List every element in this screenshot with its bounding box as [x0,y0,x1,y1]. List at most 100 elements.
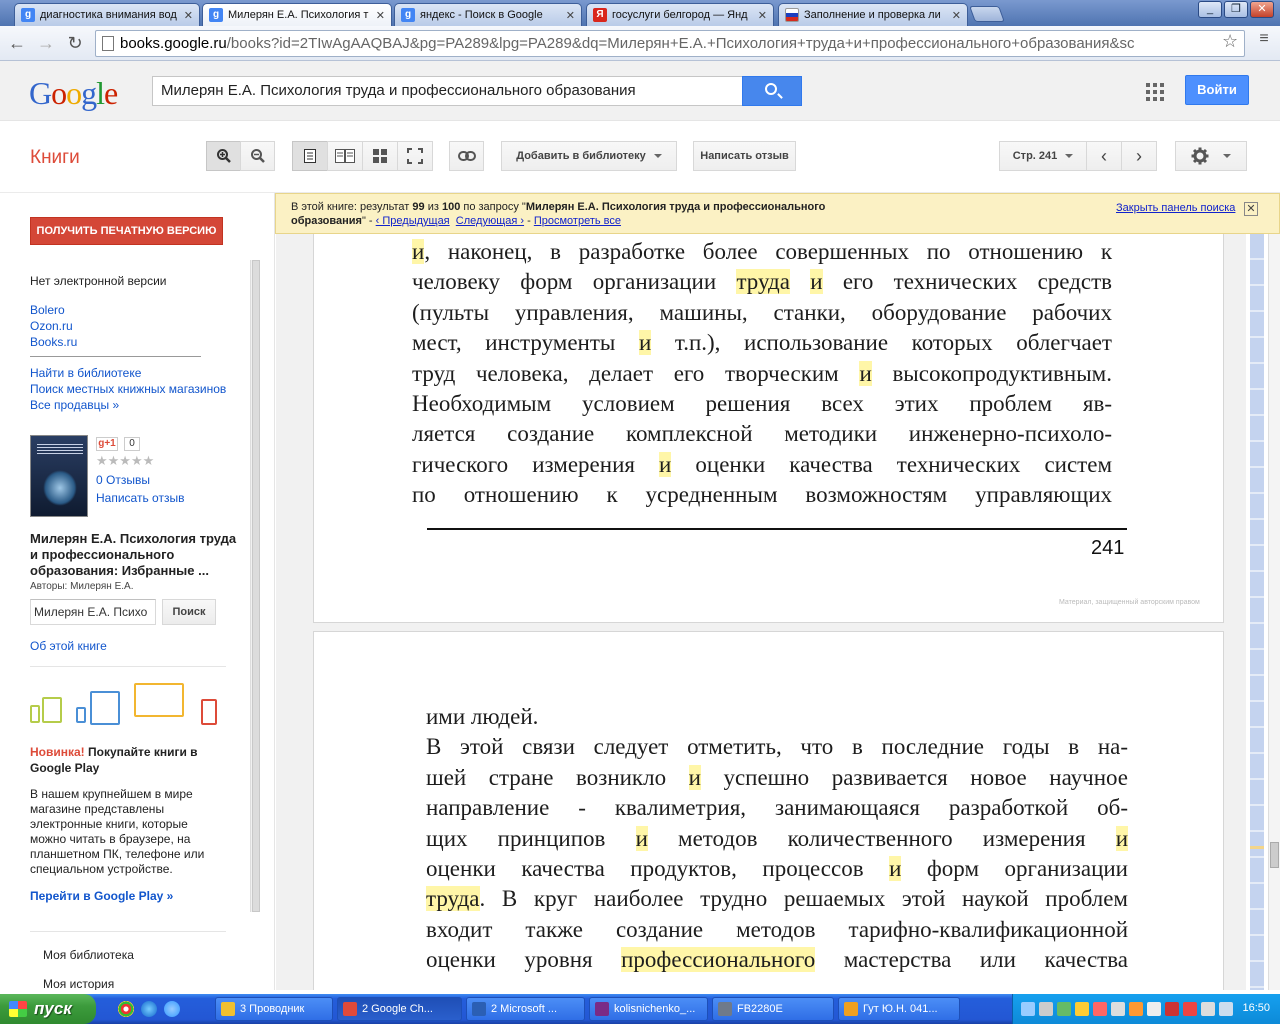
search-button[interactable] [742,76,802,106]
my-history-link[interactable]: Моя история [43,977,114,990]
shop-link-books[interactable]: Books.ru [30,335,77,349]
search-input[interactable]: Милерян Е.А. Психология труда и професси… [152,76,743,106]
taskbar-task[interactable]: FB2280E [712,997,834,1021]
page-position-track[interactable] [1250,234,1264,990]
prev-page-icon[interactable]: ‹ [1086,141,1122,171]
zoom-in-icon[interactable] [206,141,241,171]
shop-link-ozon[interactable]: Ozon.ru [30,319,73,333]
minimize-icon[interactable]: _ [1198,1,1222,18]
tab-2[interactable]: g Милерян Е.А. Психология т ✕ [202,3,392,26]
next-result-link[interactable]: Следующая › [456,215,524,227]
windows-logo-icon [9,1001,27,1017]
tray-icon[interactable] [1057,1002,1071,1016]
close-search-panel-link[interactable]: Закрыть панель поиска [1116,201,1235,215]
text-line: труда. В круг наиболее трудно решаемых э… [426,886,1128,912]
search-in-book-input[interactable]: Милерян Е.А. Психо [30,599,156,625]
forward-arrow-icon[interactable]: → [35,32,57,54]
close-icon[interactable]: ✕ [952,9,961,22]
start-button[interactable]: пуск [0,994,96,1024]
tray-icon[interactable] [1093,1002,1107,1016]
taskbar-task[interactable]: 2 Google Ch... [337,997,462,1021]
all-sellers-link[interactable]: Все продавцы » [30,398,119,412]
tray-icon[interactable] [1039,1002,1053,1016]
books-title[interactable]: Книги [30,147,80,169]
get-print-button[interactable]: ПОЛУЧИТЬ ПЕЧАТНУЮ ВЕРСИЮ [30,217,223,245]
thumbnails-icon[interactable] [362,141,398,171]
about-book-link[interactable]: Об этой книге [30,639,107,653]
tray-icon[interactable] [1183,1002,1197,1016]
sign-in-button[interactable]: Войти [1185,75,1249,105]
shop-link-bolero[interactable]: Bolero [30,303,65,317]
page-select[interactable]: Стр. 241 [999,141,1087,171]
search-in-book-button[interactable]: Поиск [162,599,216,625]
settings-button[interactable] [1175,141,1247,171]
close-window-icon[interactable]: ✕ [1250,1,1274,18]
taskbar-task[interactable]: Гут Ю.Н. 041... [838,997,960,1021]
close-icon[interactable]: ✕ [1244,202,1258,216]
reload-icon[interactable]: ↻ [64,32,86,54]
volume-icon[interactable] [1201,1002,1215,1016]
single-page-icon[interactable] [292,141,328,171]
link-icon[interactable] [449,141,484,171]
book-cover[interactable] [30,435,88,517]
no-ebook-label: Нет электронной версии [30,274,167,288]
google-play-link[interactable]: Перейти в Google Play » [30,889,173,903]
add-to-library-button[interactable]: Добавить в библиотеку [501,141,677,171]
close-icon[interactable]: ✕ [376,9,385,22]
window-controls: _ ❐ ✕ [1198,1,1274,18]
next-page-icon[interactable]: › [1121,141,1157,171]
close-icon[interactable]: ✕ [758,9,767,22]
google-logo[interactable]: Google [29,75,118,112]
tab-3[interactable]: g яндекс - Поиск в Google ✕ [394,3,582,26]
local-stores-link[interactable]: Поиск местных книжных магазинов [30,382,226,396]
bookmark-star-icon[interactable]: ☆ [1222,31,1238,52]
tab-4[interactable]: Я госуслуги белгород — Янд ✕ [586,3,774,26]
taskbar-task[interactable]: 3 Проводник [215,997,333,1021]
devices-illustration [30,683,220,731]
apps-grid-icon[interactable] [1146,83,1164,101]
prev-result-link[interactable]: ‹ Предыдущая [376,215,450,227]
menu-icon[interactable]: ≡ [1254,30,1274,48]
fullscreen-icon[interactable] [397,141,433,171]
back-arrow-icon[interactable]: ← [6,32,28,54]
text-line: входит также создание методов тарифно-кв… [426,916,1128,942]
network-icon[interactable] [1219,1002,1233,1016]
tray-icon[interactable] [1129,1002,1143,1016]
google-favicon-icon: g [401,8,415,22]
tray-icon[interactable] [1075,1002,1089,1016]
write-review-button[interactable]: Написать отзыв [693,141,796,171]
zoom-out-icon[interactable] [240,141,275,171]
taskbar-task[interactable]: 2 Microsoft ... [466,997,585,1021]
link-control [449,141,484,171]
find-library-link[interactable]: Найти в библиотеке [30,366,141,380]
monitor-icon [134,683,184,717]
close-icon[interactable]: ✕ [184,9,193,22]
tray-icon[interactable] [1111,1002,1125,1016]
write-review-link[interactable]: Написать отзыв [96,491,184,505]
new-tab-button[interactable] [969,6,1005,22]
url-domain: books.google.ru [120,35,227,52]
divider [30,356,201,357]
two-page-icon[interactable] [327,141,363,171]
chrome-icon[interactable] [118,1001,134,1017]
tray-icon[interactable] [1021,1002,1035,1016]
tray-icon[interactable] [1147,1002,1161,1016]
tab-1[interactable]: g диагностика внимания вод ✕ [14,3,200,26]
search-highlight: и [810,269,823,295]
tray-icon[interactable] [1165,1002,1179,1016]
taskbar-task[interactable]: kolisnichenko_... [589,997,708,1021]
sidebar-scrollbar[interactable] [250,260,260,912]
viewer-scrollbar[interactable] [1268,234,1280,990]
address-bar[interactable]: books.google.ru/books?id=2TIwAgAAQBAJ&pg… [95,30,1245,57]
close-icon[interactable]: ✕ [566,9,575,22]
reviews-link[interactable]: 0 Отзывы [96,473,150,487]
gplus-button[interactable]: g+1 [96,437,118,451]
ie-icon[interactable] [141,1001,157,1017]
tab-5[interactable]: Заполнение и проверка ли ✕ [778,3,968,26]
restore-icon[interactable]: ❐ [1224,1,1248,18]
text-line: гического измерения и оценки качества те… [412,451,1112,477]
my-library-link[interactable]: Моя библиотека [43,948,134,962]
quick-launch-icon[interactable] [164,1001,180,1017]
app-icon [595,1002,609,1016]
view-all-link[interactable]: Просмотреть все [534,215,621,227]
